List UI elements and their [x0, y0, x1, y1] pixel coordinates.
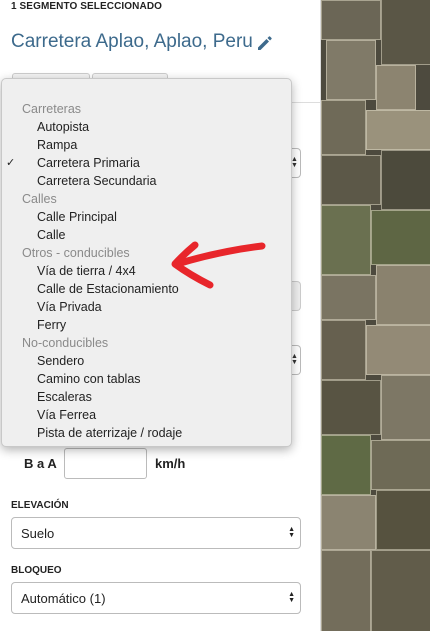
- option-pista-de-aterrizaje[interactable]: Pista de aterrizaje / rodaje: [2, 424, 291, 442]
- map-field: [321, 435, 371, 495]
- select-arrows-icon: ▲ ▼: [288, 526, 295, 539]
- map-field: [321, 495, 376, 550]
- map-field: [321, 320, 366, 380]
- map-field: [321, 275, 376, 320]
- speed-input[interactable]: [64, 448, 147, 479]
- map-field: [366, 325, 430, 375]
- group-label-no-conducibles: No-conducibles: [22, 336, 109, 350]
- option-camino-con-tablas[interactable]: Camino con tablas: [2, 370, 291, 388]
- elevation-select[interactable]: Suelo ▲ ▼: [11, 517, 301, 549]
- option-ferry[interactable]: Ferry: [2, 316, 291, 334]
- elevation-label: ELEVACIÓN: [11, 500, 69, 511]
- select-arrows-icon: ▲ ▼: [288, 591, 295, 604]
- map-field: [366, 110, 430, 150]
- speed-direction-label: B a A: [24, 456, 57, 471]
- pencil-icon[interactable]: [256, 34, 274, 52]
- selection-header: 1 SEGMENTO SELECCIONADO: [11, 1, 163, 12]
- map-field: [371, 210, 430, 265]
- map-field: [381, 0, 430, 65]
- map-field: [321, 100, 366, 155]
- option-autopista[interactable]: Autopista: [2, 118, 291, 136]
- map-field: [321, 0, 381, 40]
- map-field: [321, 380, 381, 435]
- group-label-carreteras: Carreteras: [22, 102, 82, 116]
- map-field: [381, 375, 430, 440]
- elevation-value: Suelo: [21, 526, 55, 541]
- lock-label: BLOQUEO: [11, 565, 62, 576]
- divider: [290, 102, 321, 103]
- option-calle-principal[interactable]: Calle Principal: [2, 208, 291, 226]
- map-field: [321, 205, 371, 275]
- red-arrow-annotation: [171, 241, 266, 289]
- map-field: [321, 155, 381, 205]
- option-carretera-primaria-row[interactable]: ✓ Carretera Primaria: [2, 154, 291, 172]
- select-arrows-icon: ▲ ▼: [291, 353, 298, 366]
- option-carretera-secundaria[interactable]: Carretera Secundaria: [2, 172, 291, 190]
- lock-select[interactable]: Automático (1) ▲ ▼: [11, 582, 301, 614]
- group-label-calles: Calles: [22, 192, 57, 206]
- map-field: [376, 490, 430, 550]
- option-via-privada[interactable]: Vía Privada: [2, 298, 291, 316]
- option-sendero[interactable]: Sendero: [2, 352, 291, 370]
- map-field: [371, 550, 430, 631]
- street-title: Carretera Aplao, Aplao, Peru: [11, 31, 253, 52]
- option-rampa[interactable]: Rampa: [2, 136, 291, 154]
- lock-value: Automático (1): [21, 591, 106, 606]
- speed-unit: km/h: [155, 456, 186, 471]
- map-field: [381, 150, 430, 210]
- option-escaleras[interactable]: Escaleras: [2, 388, 291, 406]
- map-field: [376, 65, 416, 110]
- map-field: [326, 40, 376, 100]
- select-arrows-icon: ▲ ▼: [291, 156, 298, 169]
- map-field: [376, 265, 430, 325]
- map-field: [321, 550, 371, 631]
- option-via-ferrea[interactable]: Vía Ferrea: [2, 406, 291, 424]
- map-field: [371, 440, 430, 490]
- option-carretera-primaria[interactable]: Carretera Primaria: [2, 154, 140, 172]
- satellite-map[interactable]: [321, 0, 430, 631]
